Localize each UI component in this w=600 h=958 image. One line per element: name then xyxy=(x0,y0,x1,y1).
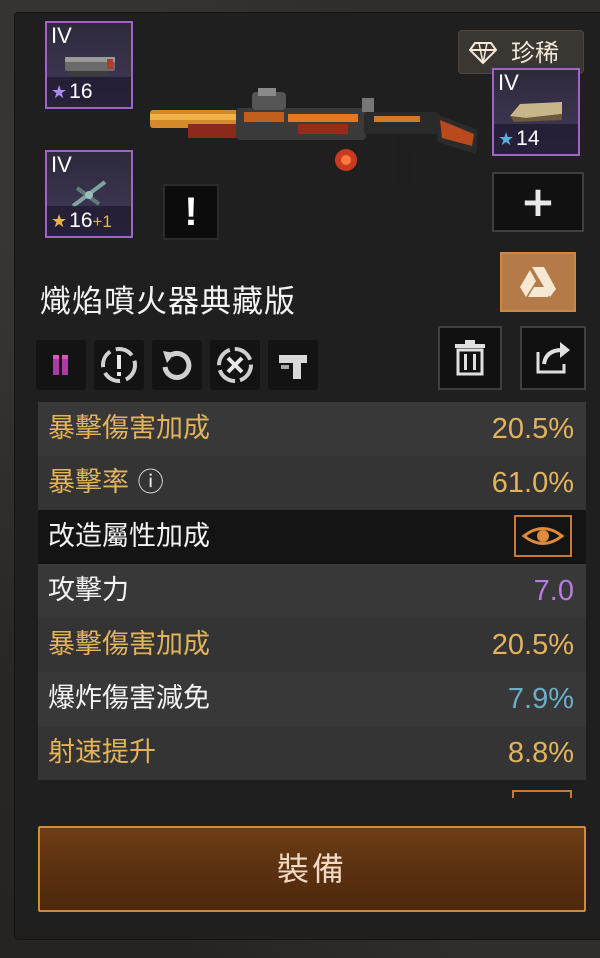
section-title: 改造屬性加成 xyxy=(48,521,210,552)
slot-level: ★16+1 xyxy=(47,206,131,236)
stat-label: 暴擊傷害加成 xyxy=(48,413,210,444)
stat-value: 20.5% xyxy=(491,629,574,661)
stat-label: 攻擊力 xyxy=(48,575,129,606)
stat-row: 暴擊傷害加成 20.5% xyxy=(38,618,586,672)
mod-bonus-header: 改造屬性加成 xyxy=(38,510,586,564)
stats-list: 暴擊傷害加成 20.5% 暴擊率 ⓘ 61.0% 改造屬性加成 攻擊力 7.0 … xyxy=(38,402,586,780)
reload-icon[interactable] xyxy=(152,340,202,390)
triangle-drive-icon xyxy=(520,267,556,297)
share-icon xyxy=(536,342,570,374)
stat-value: 7.0 xyxy=(533,575,574,607)
stat-label: 射速提升 xyxy=(48,737,156,768)
stat-row: 攻擊力 7.0 xyxy=(38,564,586,618)
stat-label: 暴擊率 ⓘ xyxy=(48,467,164,498)
plus-icon: + xyxy=(520,177,556,226)
attachment-slot-scope[interactable]: IV ★16+1 xyxy=(45,150,133,238)
stat-row: 暴擊率 ⓘ 61.0% xyxy=(38,456,586,510)
flamethrower-weapon-image xyxy=(150,88,478,186)
alert-circle-icon[interactable] xyxy=(94,340,144,390)
upgrade-button[interactable] xyxy=(500,252,576,312)
stat-label: 暴擊傷害加成 xyxy=(48,629,210,660)
stat-row: 射速提升 8.8% xyxy=(38,726,586,780)
ammo-icon[interactable] xyxy=(36,340,86,390)
stat-value: 8.8% xyxy=(507,737,574,769)
slot-level: ★16 xyxy=(47,77,131,107)
slot-tier: IV xyxy=(498,70,519,95)
stat-value: 7.9% xyxy=(507,683,574,715)
exclamation-icon: ! xyxy=(184,189,198,234)
cancel-circle-icon[interactable] xyxy=(210,340,260,390)
attachment-slot-stock[interactable]: IV ★14 xyxy=(492,68,580,156)
eye-toggle-button[interactable] xyxy=(514,515,572,557)
add-attachment-button[interactable]: + xyxy=(492,172,584,232)
share-button[interactable] xyxy=(520,326,586,390)
slot-tier: IV xyxy=(51,152,72,177)
slot-level: ★14 xyxy=(494,124,578,154)
stat-row: 爆炸傷害減免 7.9% xyxy=(38,672,586,726)
gun-icon[interactable] xyxy=(268,340,318,390)
scroll-indicator xyxy=(512,790,572,798)
info-icon[interactable]: ⓘ xyxy=(138,468,164,498)
attachment-slot-magazine[interactable]: IV ★16 xyxy=(45,21,133,109)
diamond-icon xyxy=(469,42,497,65)
stat-value: 20.5% xyxy=(491,413,574,445)
stat-row: 暴擊傷害加成 20.5% xyxy=(38,402,586,456)
stat-label: 爆炸傷害減免 xyxy=(48,683,210,714)
equip-button[interactable]: 裝備 xyxy=(38,826,586,912)
weapon-name: 熾焰噴火器典藏版 xyxy=(40,284,296,320)
trash-icon xyxy=(455,340,485,376)
delete-button[interactable] xyxy=(438,326,502,390)
stat-value: 61.0% xyxy=(491,467,574,499)
slot-tier: IV xyxy=(51,23,72,48)
eye-icon xyxy=(521,527,565,545)
